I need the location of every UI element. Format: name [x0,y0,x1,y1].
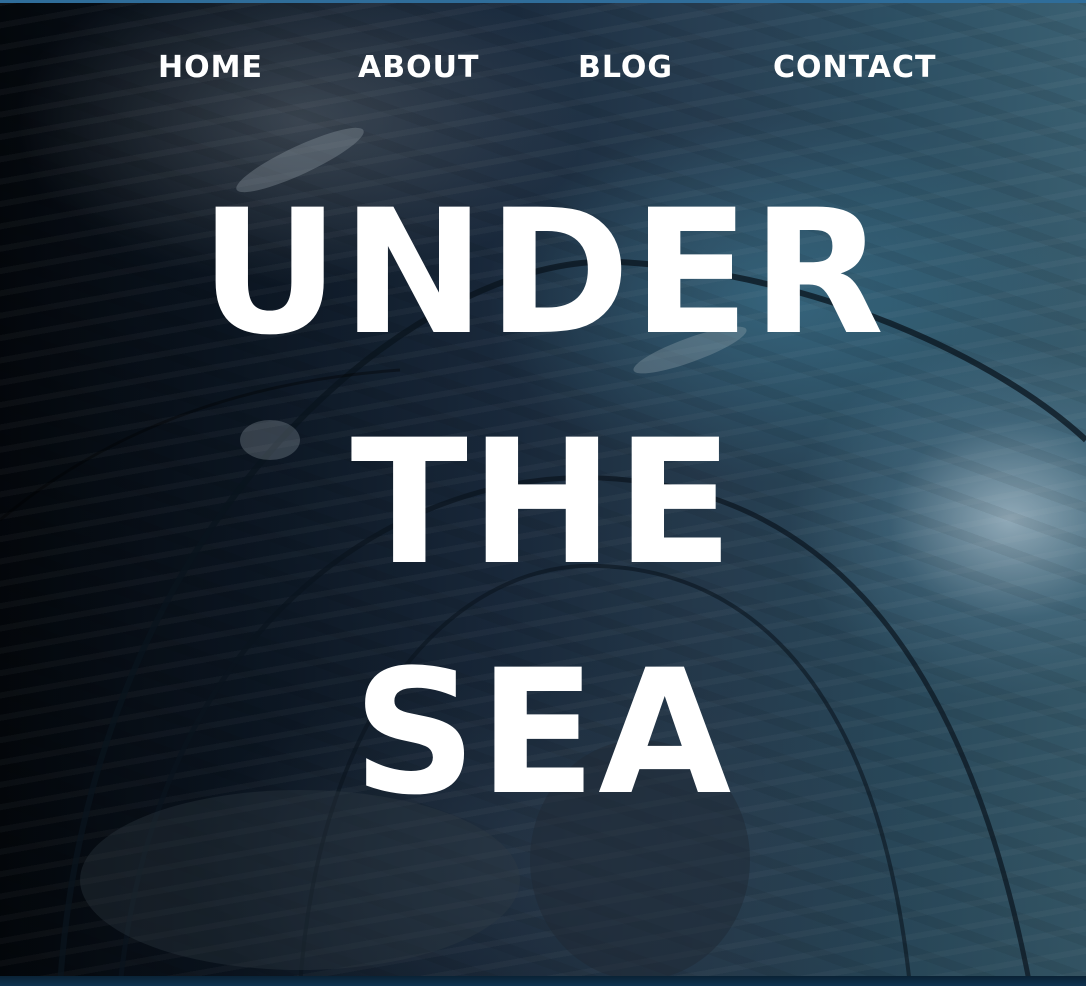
nav-link-contact[interactable]: CONTACT [773,48,936,88]
hero-title-line-the: THE [350,402,736,603]
nav-link-about[interactable]: ABOUT [358,48,479,88]
nav-link-home[interactable]: HOME [158,48,263,88]
nav-link-blog[interactable]: BLOG [578,48,673,88]
hero-title-line-under: UNDER [199,172,887,373]
hero-title-line-sea: SEA [352,632,734,833]
bottom-edge-bar [0,976,1086,986]
hero-title: UNDER THE SEA [0,158,1086,848]
page: HOME ABOUT BLOG CONTACT UNDER THE SEA [0,0,1086,986]
top-edge-bar [0,0,1086,3]
main-navigation: HOME ABOUT BLOG CONTACT [0,48,1086,88]
